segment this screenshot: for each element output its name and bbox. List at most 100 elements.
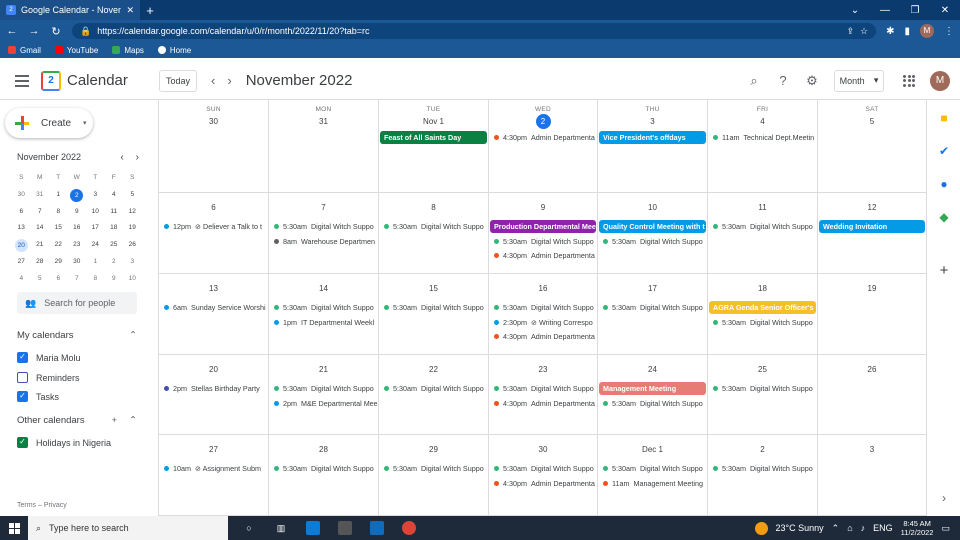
mini-day[interactable]: 3 xyxy=(86,187,105,204)
back-icon[interactable]: ← xyxy=(6,25,18,37)
day-cell[interactable]: 29 5:30am Digital Witch Suppo xyxy=(379,435,489,516)
timed-event[interactable]: 4:30pm Admin Departmenta xyxy=(490,330,596,343)
day-cell[interactable]: 21 5:30am Digital Witch Suppo 2pm M&E Depart… xyxy=(269,355,379,435)
calendar-item-maria-molu[interactable]: ✓ Maria Molu xyxy=(17,352,81,363)
tab-search-icon[interactable]: ⌄ xyxy=(840,5,870,16)
mini-day[interactable]: 18 xyxy=(105,220,124,237)
chrome-icon[interactable] xyxy=(402,521,416,535)
profile-avatar[interactable]: M xyxy=(920,24,934,38)
day-cell[interactable]: 28 5:30am Digital Witch Suppo xyxy=(269,435,379,516)
day-cell[interactable]: THU 3 Vice President's offdays xyxy=(598,100,708,193)
allday-event-chip[interactable]: Quality Control Meeting with t xyxy=(599,220,706,233)
mini-day[interactable]: 10 xyxy=(123,271,142,288)
mini-day[interactable]: 23 xyxy=(68,237,87,254)
expand-panel-icon[interactable]: › xyxy=(938,492,950,504)
mail-icon[interactable] xyxy=(370,521,384,535)
day-cell[interactable]: 13 6am Sunday Service Worshi xyxy=(159,274,269,355)
mini-day[interactable]: 24 xyxy=(86,237,105,254)
timed-event[interactable]: 5:30am Digital Witch Suppo xyxy=(599,462,706,475)
mini-day[interactable]: 2 xyxy=(105,254,124,271)
day-cell[interactable]: 9 Production Departmental Mee 5:30am Digita… xyxy=(489,193,598,274)
keep-icon[interactable]: ■ xyxy=(938,112,950,124)
checkbox-unchecked-icon[interactable] xyxy=(17,372,28,383)
timed-event[interactable]: 5:30am Digital Witch Suppo xyxy=(599,397,706,410)
timed-event[interactable]: 1pm IT Departmental Weekl xyxy=(270,316,377,329)
bookmark-maps[interactable]: Maps xyxy=(112,46,144,55)
day-number[interactable]: 31 xyxy=(269,114,378,129)
mini-day[interactable]: 7 xyxy=(68,271,87,288)
day-cell[interactable]: 27 10am ⊘ Assignment Subm xyxy=(159,435,269,516)
checkbox-checked-icon[interactable]: ✓ xyxy=(17,352,28,363)
day-number[interactable]: Dec 1 xyxy=(598,442,707,457)
mini-day[interactable]: 26 xyxy=(123,237,142,254)
day-number[interactable]: 9 xyxy=(489,200,597,215)
checkbox-checked-icon[interactable]: ✓ xyxy=(17,437,28,448)
bookmark-gmail[interactable]: Gmail xyxy=(8,46,41,55)
timed-event[interactable]: 5:30am Digital Witch Suppo xyxy=(599,301,706,314)
mini-day[interactable]: 4 xyxy=(105,187,124,204)
day-number[interactable]: 2 xyxy=(489,114,597,129)
today-button[interactable]: Today xyxy=(159,69,197,92)
mini-day[interactable]: 19 xyxy=(123,220,142,237)
mini-day[interactable]: 8 xyxy=(86,271,105,288)
timed-event[interactable]: 5:30am Digital Witch Suppo xyxy=(380,462,487,475)
mini-day[interactable]: 12 xyxy=(123,204,142,221)
prev-month-icon[interactable]: ‹ xyxy=(211,73,215,88)
mini-day[interactable]: 31 xyxy=(31,187,50,204)
url-bar[interactable]: 🔒 https://calendar.google.com/calendar/u… xyxy=(72,23,877,39)
timed-event[interactable]: 12pm ⊘ Deliever a Talk to t xyxy=(160,220,267,233)
day-number[interactable]: 30 xyxy=(159,114,268,129)
view-selector[interactable]: Month ▾ xyxy=(834,69,884,92)
menu-kebab-icon[interactable]: ⋮ xyxy=(944,26,954,37)
mini-day[interactable]: 10 xyxy=(86,204,105,221)
timed-event[interactable]: 5:30am Digital Witch Suppo xyxy=(490,462,596,475)
day-cell[interactable]: 17 5:30am Digital Witch Suppo xyxy=(598,274,708,355)
day-cell[interactable]: 30 5:30am Digital Witch Suppo 4:30pm Admin D… xyxy=(489,435,598,516)
next-month-icon[interactable]: › xyxy=(227,73,231,88)
timed-event[interactable]: 5:30am Digital Witch Suppo xyxy=(380,220,487,233)
mini-day[interactable]: 17 xyxy=(86,220,105,237)
mini-day[interactable]: 4 xyxy=(12,271,31,288)
day-cell[interactable]: 11 5:30am Digital Witch Suppo xyxy=(708,193,818,274)
day-number[interactable]: 17 xyxy=(598,281,707,296)
apps-grid-icon[interactable] xyxy=(903,74,915,87)
mini-next-icon[interactable]: › xyxy=(136,152,139,163)
calendar-item-reminders[interactable]: Reminders xyxy=(17,372,80,383)
day-number[interactable]: 28 xyxy=(269,442,378,457)
search-people-input[interactable]: 👥 Search for people xyxy=(17,292,137,314)
allday-event-chip[interactable]: Feast of All Saints Day xyxy=(380,131,487,144)
mini-day[interactable]: 27 xyxy=(12,254,31,271)
mini-day[interactable]: 1 xyxy=(49,187,68,204)
day-number[interactable]: 8 xyxy=(379,200,488,215)
day-number[interactable]: 27 xyxy=(159,442,268,457)
day-cell[interactable]: WED 2 4:30pm Admin Departmenta xyxy=(489,100,598,193)
timed-event[interactable]: 5:30am Digital Witch Suppo xyxy=(490,382,596,395)
checkbox-checked-icon[interactable]: ✓ xyxy=(17,391,28,402)
day-number[interactable]: 6 xyxy=(159,200,268,215)
day-number[interactable]: 26 xyxy=(818,362,926,377)
timed-event[interactable]: 2pm M&E Departmental Mee xyxy=(270,397,377,410)
timed-event[interactable]: 4:30pm Admin Departmenta xyxy=(490,477,596,490)
day-cell[interactable]: 7 5:30am Digital Witch Suppo 8am Warehouse D… xyxy=(269,193,379,274)
timed-event[interactable]: 5:30am Digital Witch Suppo xyxy=(380,301,487,314)
timed-event[interactable]: 2:30pm ⊘ Writing Correspo xyxy=(490,316,596,329)
day-cell[interactable]: SAT 5 xyxy=(818,100,927,193)
search-icon[interactable]: ⌕ xyxy=(747,73,761,88)
calendar-item-tasks[interactable]: ✓ Tasks xyxy=(17,391,59,402)
day-cell[interactable]: 12 Wedding Invitation xyxy=(818,193,927,274)
timed-event[interactable]: 5:30am Digital Witch Suppo xyxy=(709,220,816,233)
sidepanel-icon[interactable]: ▮ xyxy=(904,26,910,37)
allday-event-chip[interactable]: Wedding Invitation xyxy=(819,220,925,233)
restore-icon[interactable]: ❐ xyxy=(900,5,930,16)
extensions-icon[interactable]: ✱ xyxy=(886,26,894,37)
timed-event[interactable]: 5:30am Digital Witch Suppo xyxy=(270,382,377,395)
timed-event[interactable]: 5:30am Digital Witch Suppo xyxy=(599,235,706,248)
day-cell[interactable]: 24 Management Meeting 5:30am Digital Witch … xyxy=(598,355,708,435)
help-icon[interactable]: ? xyxy=(776,73,790,88)
notifications-icon[interactable]: ▭ xyxy=(941,523,950,534)
tasks-icon[interactable]: ✔ xyxy=(938,145,950,157)
day-number[interactable]: 11 xyxy=(708,200,817,215)
day-number[interactable]: 4 xyxy=(708,114,817,129)
minimize-icon[interactable]: — xyxy=(870,5,900,16)
mini-day[interactable]: 6 xyxy=(12,204,31,221)
